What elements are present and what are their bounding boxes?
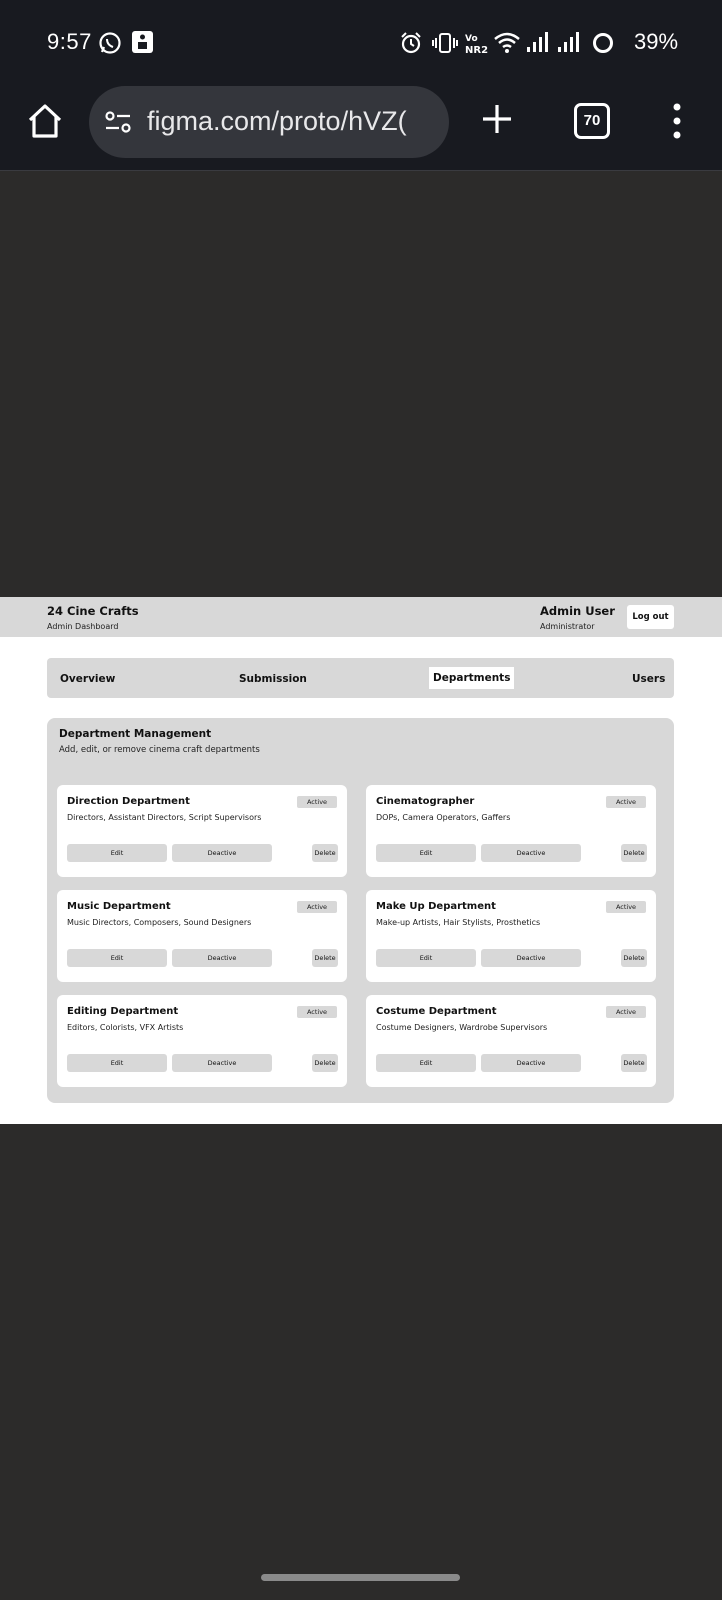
alarm-icon xyxy=(401,32,421,54)
tab-submission[interactable]: Submission xyxy=(239,669,307,689)
department-title: Editing Department xyxy=(67,1006,179,1017)
panel-subtitle: Add, edit, or remove cinema craft depart… xyxy=(59,745,260,755)
department-description: Directors, Assistant Directors, Script S… xyxy=(67,813,262,822)
department-description: Music Directors, Composers, Sound Design… xyxy=(67,918,252,927)
user-name: Admin User xyxy=(540,604,615,618)
tabs-bar: Overview Submission Departments Users xyxy=(47,658,674,698)
tab-departments[interactable]: Departments xyxy=(429,667,515,689)
tab-overview[interactable]: Overview xyxy=(60,669,115,689)
delete-button[interactable]: Delete xyxy=(312,844,338,862)
edit-button[interactable]: Edit xyxy=(376,844,476,862)
edit-button[interactable]: Edit xyxy=(67,844,167,862)
department-card: Editing Department Editors, Colorists, V… xyxy=(57,995,347,1087)
deactivate-button[interactable]: Deactive xyxy=(481,844,581,862)
edit-button[interactable]: Edit xyxy=(67,949,167,967)
deactivate-button[interactable]: Deactive xyxy=(172,844,272,862)
department-description: Costume Designers, Wardrobe Supervisors xyxy=(376,1023,548,1032)
gesture-navigation-bar[interactable] xyxy=(261,1574,460,1581)
edit-button[interactable]: Edit xyxy=(376,949,476,967)
status-bar: 9:57 Vo NR2 39% xyxy=(0,0,722,86)
more-options-icon[interactable] xyxy=(670,102,684,140)
department-description: Editors, Colorists, VFX Artists xyxy=(67,1023,184,1032)
status-badge: Active xyxy=(297,1006,337,1018)
new-tab-icon[interactable] xyxy=(480,102,514,136)
department-card: Make Up Department Make-up Artists, Hair… xyxy=(366,890,656,982)
battery-icon xyxy=(593,33,613,53)
status-badge: Active xyxy=(297,796,337,808)
notification-icon xyxy=(132,31,153,53)
address-bar[interactable]: figma.com/proto/hVZ( xyxy=(89,86,449,158)
department-title: Direction Department xyxy=(67,796,190,807)
deactivate-button[interactable]: Deactive xyxy=(481,949,581,967)
delete-button[interactable]: Delete xyxy=(621,949,647,967)
vibrate-icon xyxy=(432,33,458,53)
panel-title: Department Management xyxy=(59,728,212,740)
status-badge: Active xyxy=(606,901,646,913)
tab-switcher-button[interactable]: 70 xyxy=(574,103,610,139)
deactivate-button[interactable]: Deactive xyxy=(481,1054,581,1072)
department-card: Costume Department Costume Designers, Wa… xyxy=(366,995,656,1087)
user-role: Administrator xyxy=(540,622,595,631)
url-text[interactable]: figma.com/proto/hVZ( xyxy=(147,106,407,137)
status-badge: Active xyxy=(606,1006,646,1018)
department-card: Music Department Music Directors, Compos… xyxy=(57,890,347,982)
brand-subtitle: Admin Dashboard xyxy=(47,622,119,631)
status-badge: Active xyxy=(297,901,337,913)
department-title: Costume Department xyxy=(376,1006,497,1017)
department-title: Music Department xyxy=(67,901,171,912)
deactivate-button[interactable]: Deactive xyxy=(172,949,272,967)
delete-button[interactable]: Delete xyxy=(621,1054,647,1072)
browser-toolbar: figma.com/proto/hVZ( 70 xyxy=(0,86,722,171)
department-description: Make-up Artists, Hair Stylists, Prosthet… xyxy=(376,918,541,927)
tab-users[interactable]: Users xyxy=(632,669,665,689)
prototype-frame: 24 Cine Crafts Admin Dashboard Admin Use… xyxy=(0,597,722,1124)
signal-icon xyxy=(527,32,548,52)
delete-button[interactable]: Delete xyxy=(312,949,338,967)
clock: 9:57 xyxy=(47,29,92,54)
svg-text:Vo: Vo xyxy=(465,34,478,44)
wifi-icon xyxy=(494,32,520,53)
department-management-panel: Department Management Add, edit, or remo… xyxy=(47,718,674,1103)
whatsapp-icon xyxy=(99,32,121,54)
signal-icon xyxy=(558,32,579,52)
vonr-icon: Vo NR2 xyxy=(465,34,488,55)
app-header: 24 Cine Crafts Admin Dashboard Admin Use… xyxy=(0,597,722,637)
logout-button[interactable]: Log out xyxy=(627,605,674,629)
edit-button[interactable]: Edit xyxy=(376,1054,476,1072)
deactivate-button[interactable]: Deactive xyxy=(172,1054,272,1072)
svg-text:NR2: NR2 xyxy=(465,45,488,55)
battery-level: 39% xyxy=(634,29,679,54)
site-settings-icon[interactable] xyxy=(105,110,131,134)
department-title: Cinematographer xyxy=(376,796,475,807)
delete-button[interactable]: Delete xyxy=(621,844,647,862)
department-card: Direction Department Directors, Assistan… xyxy=(57,785,347,877)
department-card: Cinematographer DOPs, Camera Operators, … xyxy=(366,785,656,877)
edit-button[interactable]: Edit xyxy=(67,1054,167,1072)
department-title: Make Up Department xyxy=(376,901,496,912)
home-icon[interactable] xyxy=(26,102,64,140)
delete-button[interactable]: Delete xyxy=(312,1054,338,1072)
status-badge: Active xyxy=(606,796,646,808)
brand-title: 24 Cine Crafts xyxy=(47,604,139,618)
department-description: DOPs, Camera Operators, Gaffers xyxy=(376,813,511,822)
